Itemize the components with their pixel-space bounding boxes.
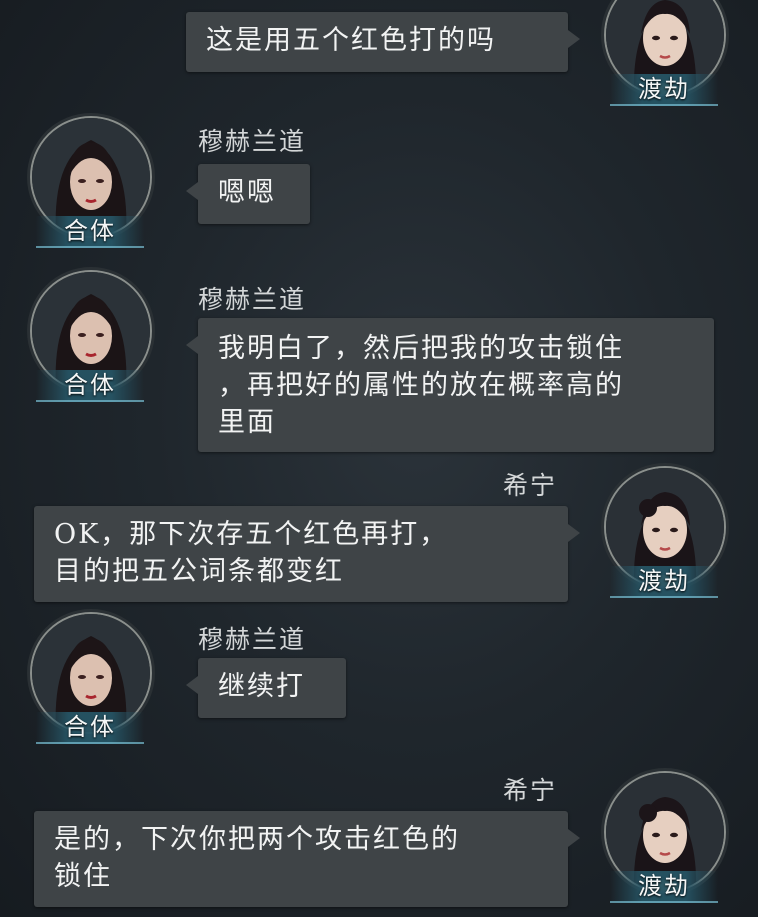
- message-text: 我明白了，然后把我的攻击锁住 ，再把好的属性的放在概率高的 里面: [218, 333, 624, 438]
- avatar[interactable]: 渡劫: [600, 771, 732, 903]
- message-row: 希宁 是的，下次你把两个攻击红色的 锁住 渡劫: [0, 765, 758, 917]
- message-bubble: 我明白了，然后把我的攻击锁住 ，再把好的属性的放在概率高的 里面: [186, 318, 714, 452]
- message-bubble: 嗯嗯: [186, 164, 310, 224]
- message-row: 合体 穆赫兰道 嗯嗯: [0, 112, 758, 262]
- realm-badge: 渡劫: [610, 566, 718, 598]
- avatar[interactable]: 合体: [26, 116, 158, 248]
- message-text: 嗯嗯: [218, 177, 276, 208]
- message-text: 继续打: [218, 671, 305, 702]
- message-row: 合体 穆赫兰道 继续打: [0, 612, 758, 752]
- sender-name[interactable]: 穆赫兰道: [198, 620, 306, 656]
- sender-name[interactable]: 穆赫兰道: [198, 280, 306, 316]
- avatar[interactable]: 合体: [26, 612, 158, 744]
- message-text: 这是用五个红色打的吗: [206, 25, 496, 56]
- avatar[interactable]: 合体: [26, 270, 158, 402]
- sender-name[interactable]: 穆赫兰道: [198, 122, 306, 158]
- message-row: 这是用五个红色打的吗 渡劫: [0, 0, 758, 106]
- realm-badge: 合体: [36, 370, 144, 402]
- realm-badge: 渡劫: [610, 74, 718, 106]
- message-text: OK，那下次存五个红色再打， 目的把五公词条都变红: [54, 519, 449, 587]
- avatar[interactable]: 渡劫: [600, 0, 732, 106]
- sender-name[interactable]: 希宁: [503, 771, 557, 807]
- message-bubble: 这是用五个红色打的吗: [186, 12, 580, 72]
- realm-badge: 渡劫: [610, 871, 718, 903]
- message-bubble: 继续打: [186, 658, 346, 718]
- message-bubble: 是的，下次你把两个攻击红色的 锁住: [34, 811, 580, 907]
- message-bubble: OK，那下次存五个红色再打， 目的把五公词条都变红: [34, 506, 580, 602]
- sender-name[interactable]: 希宁: [503, 466, 557, 502]
- message-row: 合体 穆赫兰道 我明白了，然后把我的攻击锁住 ，再把好的属性的放在概率高的 里面: [0, 270, 758, 460]
- message-row: 希宁 OK，那下次存五个红色再打， 目的把五公词条都变红 渡劫: [0, 462, 758, 612]
- realm-badge: 合体: [36, 712, 144, 744]
- realm-badge: 合体: [36, 216, 144, 248]
- chat-window: 这是用五个红色打的吗 渡劫 合体 穆赫兰道 嗯嗯 合体 穆赫兰道 我明白了，然后…: [0, 0, 758, 917]
- avatar[interactable]: 渡劫: [600, 466, 732, 598]
- message-text: 是的，下次你把两个攻击红色的 锁住: [54, 824, 460, 892]
